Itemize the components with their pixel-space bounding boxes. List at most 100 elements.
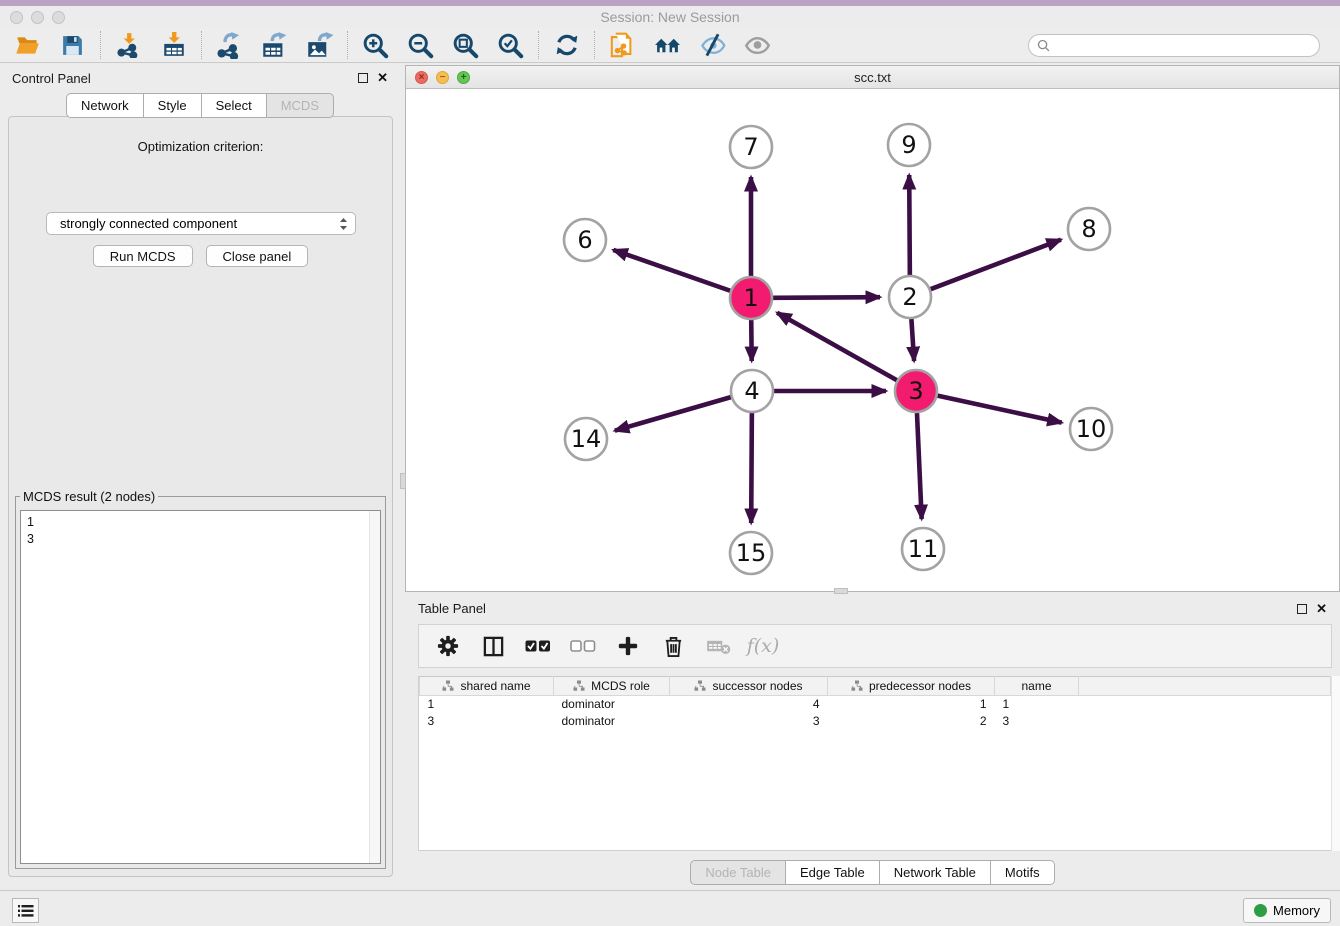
graph-edge-2-9[interactable]	[909, 175, 910, 275]
split-columns-icon[interactable]	[480, 633, 506, 659]
vertical-splitter-handle[interactable]	[400, 473, 406, 489]
graph-node-label-4: 4	[744, 377, 759, 405]
column-header-mcds-role[interactable]: MCDS role	[554, 677, 670, 696]
tab-edge-table[interactable]: Edge Table	[786, 860, 880, 885]
add-column-icon[interactable]	[615, 633, 641, 659]
network-window-titlebar[interactable]: × − + scc.txt	[406, 66, 1339, 89]
import-table-icon[interactable]	[160, 32, 187, 59]
tab-motifs[interactable]: Motifs	[991, 860, 1055, 885]
function-builder-icon[interactable]: f(x)	[750, 633, 776, 659]
show-hidden-icon[interactable]	[744, 32, 771, 59]
settings-gear-icon[interactable]	[435, 633, 461, 659]
close-panel-icon[interactable]: ✕	[377, 73, 388, 83]
main-toolbar	[0, 28, 1340, 63]
cell-name[interactable]: 3	[995, 713, 1079, 730]
open-session-from-file-icon[interactable]	[609, 32, 636, 59]
cell-shared-name[interactable]: 3	[420, 713, 554, 730]
search-input[interactable]	[1055, 36, 1319, 55]
table-row[interactable]: 3 dominator 3 2 3	[420, 713, 1331, 730]
header-filler	[1079, 677, 1331, 696]
select-all-checkboxes-icon[interactable]	[525, 633, 551, 659]
open-file-icon[interactable]	[14, 32, 41, 59]
result-scrollbar[interactable]	[369, 511, 380, 863]
column-header-shared-name[interactable]: shared name	[420, 677, 554, 696]
graph-edge-4-15[interactable]	[751, 413, 752, 523]
mcds-result-textarea[interactable]: 1 3	[20, 510, 381, 864]
criterion-select[interactable]: strongly connected component	[46, 212, 356, 235]
app-titlebar: Session: New Session	[0, 6, 1340, 28]
graph-node-label-2: 2	[902, 283, 917, 311]
cell-predecessor-nodes[interactable]: 2	[828, 713, 995, 730]
close-window-button[interactable]	[10, 11, 23, 24]
cell-mcds-role[interactable]: dominator	[554, 713, 670, 730]
delete-table-icon[interactable]	[705, 633, 731, 659]
zoom-fit-icon[interactable]	[452, 32, 479, 59]
column-header-name[interactable]: name	[995, 677, 1079, 696]
table-panel: Table Panel ✕ f(x)	[405, 595, 1340, 888]
zoom-in-icon[interactable]	[362, 32, 389, 59]
cell-mcds-role[interactable]: dominator	[554, 696, 670, 713]
result-line: 1	[27, 514, 374, 531]
float-table-panel-icon[interactable]	[1297, 604, 1307, 614]
control-panel: Control Panel ✕ Network Style Select MCD…	[0, 63, 400, 890]
search-field[interactable]	[1028, 34, 1320, 57]
zoom-selected-icon[interactable]	[497, 32, 524, 59]
refresh-icon[interactable]	[553, 32, 580, 59]
export-network-icon[interactable]	[216, 32, 243, 59]
tab-style[interactable]: Style	[144, 93, 202, 118]
column-header-predecessor-nodes[interactable]: predecessor nodes	[828, 677, 995, 696]
tab-mcds[interactable]: MCDS	[267, 93, 334, 118]
cell-successor-nodes[interactable]: 3	[670, 713, 828, 730]
column-type-icon	[694, 680, 706, 692]
zoom-out-icon[interactable]	[407, 32, 434, 59]
table-tabs: Node Table Edge Table Network Table Moti…	[405, 860, 1340, 885]
import-network-icon[interactable]	[115, 32, 142, 59]
deselect-all-checkboxes-icon[interactable]	[570, 633, 596, 659]
tab-network[interactable]: Network	[66, 93, 144, 118]
cell-shared-name[interactable]: 1	[420, 696, 554, 713]
close-table-panel-icon[interactable]: ✕	[1316, 604, 1327, 614]
maximize-window-button[interactable]	[52, 11, 65, 24]
graph-edge-3-1[interactable]	[777, 313, 897, 380]
graph-edge-3-11[interactable]	[917, 413, 922, 519]
optimization-criterion-label: Optimization criterion:	[9, 139, 392, 154]
graph-edge-3-10[interactable]	[937, 396, 1061, 423]
app-window-title: Session: New Session	[0, 9, 1340, 25]
export-image-icon[interactable]	[306, 32, 333, 59]
cell-name[interactable]: 1	[995, 696, 1079, 713]
network-minimize-button[interactable]: −	[436, 71, 449, 84]
graph-edge-1-6[interactable]	[613, 250, 730, 291]
table-scrollbar[interactable]	[1331, 676, 1340, 851]
network-window-title: scc.txt	[406, 70, 1339, 85]
graph-edge-4-14[interactable]	[615, 397, 731, 431]
cell-successor-nodes[interactable]: 4	[670, 696, 828, 713]
column-header-successor-nodes[interactable]: successor nodes	[670, 677, 828, 696]
cell-predecessor-nodes[interactable]: 1	[828, 696, 995, 713]
graph-edge-2-8[interactable]	[931, 240, 1061, 290]
graph-edge-1-2[interactable]	[773, 297, 880, 298]
network-canvas[interactable]: 1234678910111415	[406, 89, 1339, 591]
tab-node-table[interactable]: Node Table	[690, 860, 786, 885]
tab-select[interactable]: Select	[202, 93, 267, 118]
horizontal-splitter-handle[interactable]	[834, 588, 848, 594]
float-panel-icon[interactable]	[358, 73, 368, 83]
network-close-button[interactable]: ×	[415, 71, 428, 84]
minimize-window-button[interactable]	[31, 11, 44, 24]
delete-column-icon[interactable]	[660, 633, 686, 659]
graph-edge-2-3[interactable]	[911, 319, 914, 361]
export-table-icon[interactable]	[261, 32, 288, 59]
network-graph[interactable]: 1234678910111415	[406, 89, 1339, 591]
show-all-networks-icon[interactable]	[654, 32, 681, 59]
column-type-icon	[851, 680, 863, 692]
memory-button[interactable]: Memory	[1243, 898, 1331, 923]
hide-selected-icon[interactable]	[699, 32, 726, 59]
run-mcds-button[interactable]: Run MCDS	[93, 245, 193, 267]
tab-network-table[interactable]: Network Table	[880, 860, 991, 885]
network-maximize-button[interactable]: +	[457, 71, 470, 84]
table-toolbar: f(x)	[418, 624, 1332, 668]
table-row[interactable]: 1 dominator 4 1 1	[420, 696, 1331, 713]
task-history-button[interactable]	[12, 898, 39, 923]
save-session-icon[interactable]	[59, 32, 86, 59]
criterion-value: strongly connected component	[60, 216, 237, 231]
close-panel-button[interactable]: Close panel	[206, 245, 309, 267]
